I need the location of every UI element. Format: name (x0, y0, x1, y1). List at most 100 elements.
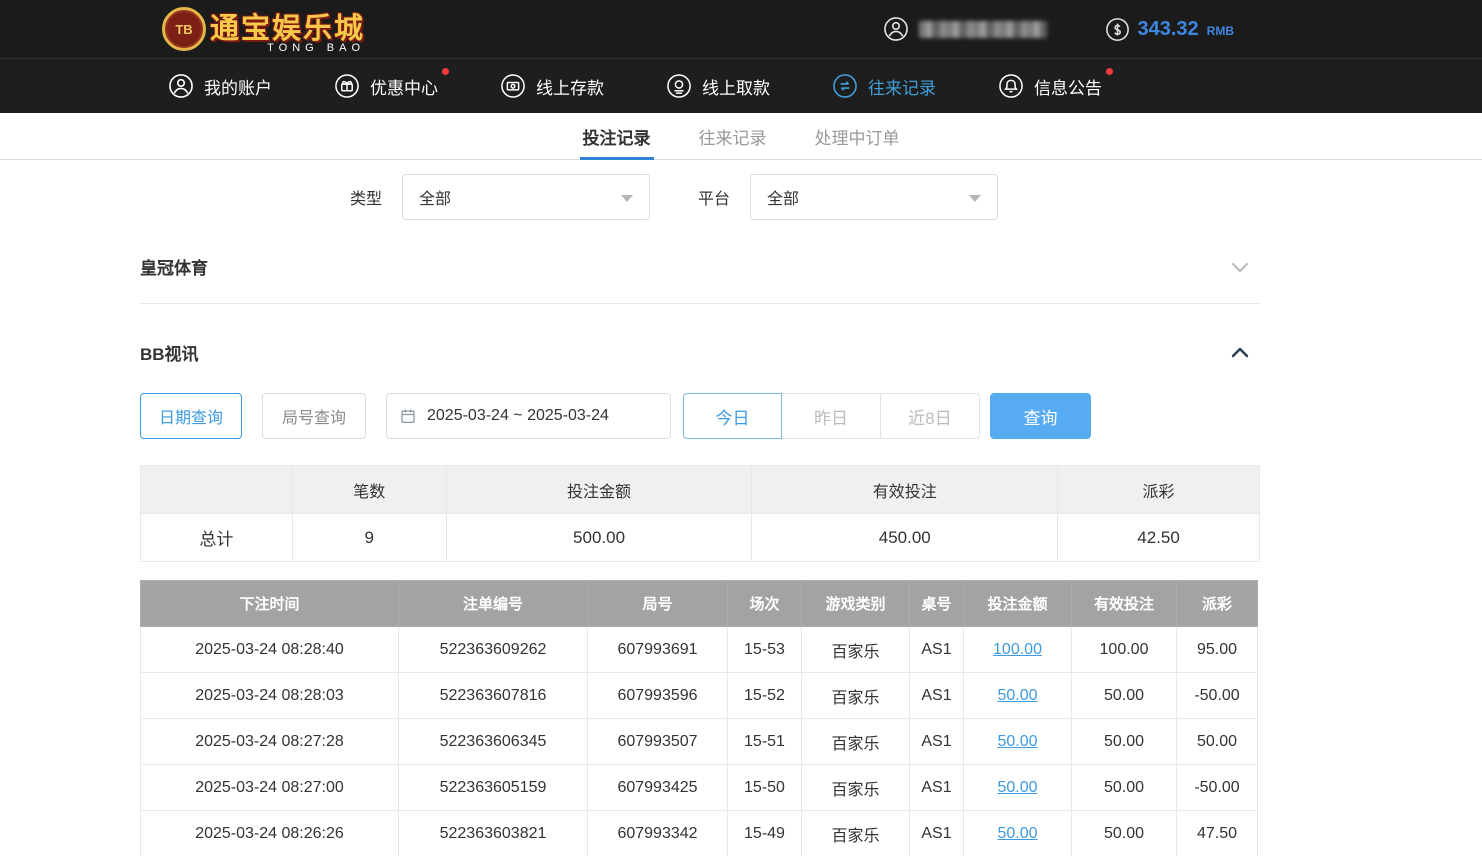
balance-currency: RMB (1207, 24, 1234, 38)
cell-session: 15-49 (728, 811, 802, 856)
summary-header-count: 笔数 (292, 466, 446, 514)
chevron-up-icon[interactable] (1228, 341, 1252, 365)
cell-table: AS1 (910, 673, 964, 719)
content: 类型 全部 平台 全部 皇冠体育 BB视讯 日期查询 局号查询 2025-03-… (0, 174, 1482, 856)
summary-header-bet: 投注金额 (446, 466, 752, 514)
cell-bet-id: 522363609262 (399, 627, 588, 673)
site-subtitle: TONG BAO (210, 42, 365, 54)
notification-dot (442, 68, 449, 75)
nav-item-promo[interactable]: 优惠中心 (334, 73, 438, 99)
summary-empty-header (141, 466, 293, 514)
cell-game: 百家乐 (802, 719, 910, 765)
column-header: 局号 (588, 581, 728, 627)
cell-valid-bet: 50.00 (1072, 719, 1177, 765)
nav-item-notice[interactable]: 信息公告 (998, 73, 1102, 99)
user-account[interactable] (883, 16, 1047, 42)
cell-game: 百家乐 (802, 811, 910, 856)
last8days-button[interactable]: 近8日 (881, 393, 980, 439)
bet-amount-link[interactable]: 50.00 (997, 687, 1037, 704)
nav-item-records[interactable]: 往来记录 (832, 73, 936, 99)
nav-item-label: 往来记录 (868, 74, 936, 99)
tab-bet-records[interactable]: 投注记录 (580, 113, 654, 159)
bet-row: 2025-03-24 08:27:28522363606345607993507… (141, 719, 1258, 765)
summary-header-valid: 有效投注 (752, 466, 1058, 514)
summary-payout: 42.50 (1058, 514, 1260, 562)
nav-item-account[interactable]: 我的账户 (168, 73, 272, 99)
cell-bet-id: 522363607816 (399, 673, 588, 719)
platform-select[interactable]: 全部 (750, 174, 998, 220)
nav-item-label: 线上存款 (536, 74, 604, 99)
summary-bet-amount: 500.00 (446, 514, 752, 562)
cell-round: 607993425 (588, 765, 728, 811)
sub-nav: 投注记录往来记录处理中订单 (0, 113, 1482, 160)
cell-payout: -50.00 (1177, 765, 1258, 811)
notice-icon (998, 73, 1024, 99)
date-range-value: 2025-03-24 ~ 2025-03-24 (427, 407, 609, 425)
bet-records-table: 下注时间注单编号局号场次游戏类别桌号投注金额有效投注派彩 2025-03-24 … (140, 580, 1258, 856)
bet-row: 2025-03-24 08:26:26522363603821607993342… (141, 811, 1258, 856)
cell-payout: 50.00 (1177, 719, 1258, 765)
cell-game: 百家乐 (802, 627, 910, 673)
dropdown-arrow-icon (969, 195, 981, 202)
cell-session: 15-52 (728, 673, 802, 719)
tab-processing-orders[interactable]: 处理中订单 (812, 113, 903, 159)
section-crown-sports: 皇冠体育 (140, 254, 1260, 304)
balance[interactable]: 343.32 RMB (1105, 17, 1235, 42)
cell-payout: 47.50 (1177, 811, 1258, 856)
nav-item-label: 我的账户 (204, 74, 272, 99)
type-select[interactable]: 全部 (402, 174, 650, 220)
cell-round: 607993507 (588, 719, 728, 765)
cell-session: 15-50 (728, 765, 802, 811)
nav-item-deposit[interactable]: 线上存款 (500, 73, 604, 99)
summary-header-payout: 派彩 (1058, 466, 1260, 514)
column-header: 桌号 (910, 581, 964, 627)
nav-item-label: 优惠中心 (370, 74, 438, 99)
chevron-down-icon[interactable] (1228, 255, 1252, 279)
bet-amount-link[interactable]: 50.00 (997, 779, 1037, 796)
summary-total-row: 总计 9 500.00 450.00 42.50 (141, 514, 1260, 562)
cell-round: 607993596 (588, 673, 728, 719)
promo-icon (334, 73, 360, 99)
column-header: 场次 (728, 581, 802, 627)
nav-item-label: 信息公告 (1034, 74, 1102, 99)
query-toolbar: 日期查询 局号查询 2025-03-24 ~ 2025-03-24 今日 昨日 … (140, 393, 1260, 439)
filters-row: 类型 全部 平台 全部 (140, 174, 1260, 220)
tab-transaction-records[interactable]: 往来记录 (696, 113, 770, 159)
main-nav: 我的账户 优惠中心 线上存款 线上取款 往来记录 信息公告 (0, 58, 1482, 113)
round-query-button[interactable]: 局号查询 (262, 393, 366, 439)
today-button[interactable]: 今日 (683, 393, 782, 439)
cell-valid-bet: 100.00 (1072, 627, 1177, 673)
bet-amount-link[interactable]: 50.00 (997, 825, 1037, 842)
cell-game: 百家乐 (802, 673, 910, 719)
nav-item-withdraw[interactable]: 线上取款 (666, 73, 770, 99)
site-logo[interactable]: TB 通宝娱乐城 TONG BAO (162, 5, 365, 54)
calendar-icon (399, 407, 417, 425)
column-header: 下注时间 (141, 581, 399, 627)
cell-session: 15-53 (728, 627, 802, 673)
logo-coin-icon: TB (162, 7, 206, 51)
quick-range-group: 今日 昨日 近8日 (683, 393, 980, 439)
cell-round: 607993691 (588, 627, 728, 673)
date-query-button[interactable]: 日期查询 (140, 393, 242, 439)
username-masked (919, 21, 1047, 38)
cell-round: 607993342 (588, 811, 728, 856)
summary-table: 笔数 投注金额 有效投注 派彩 总计 9 500.00 450.00 42.50 (140, 465, 1260, 562)
cell-table: AS1 (910, 811, 964, 856)
records-icon (832, 73, 858, 99)
bet-row: 2025-03-24 08:28:40522363609262607993691… (141, 627, 1258, 673)
bet-amount-link[interactable]: 100.00 (993, 641, 1042, 658)
column-header: 注单编号 (399, 581, 588, 627)
summary-count: 9 (292, 514, 446, 562)
cell-game: 百家乐 (802, 765, 910, 811)
bet-amount-link[interactable]: 50.00 (997, 733, 1037, 750)
column-header: 有效投注 (1072, 581, 1177, 627)
summary-total-label: 总计 (141, 514, 293, 562)
cell-bet-id: 522363606345 (399, 719, 588, 765)
dropdown-arrow-icon (621, 195, 633, 202)
cell-time: 2025-03-24 08:27:00 (141, 765, 399, 811)
user-icon (883, 16, 909, 42)
date-range-input[interactable]: 2025-03-24 ~ 2025-03-24 (386, 393, 671, 439)
search-button[interactable]: 查询 (990, 393, 1091, 439)
yesterday-button[interactable]: 昨日 (782, 393, 881, 439)
bet-row: 2025-03-24 08:27:00522363605159607993425… (141, 765, 1258, 811)
